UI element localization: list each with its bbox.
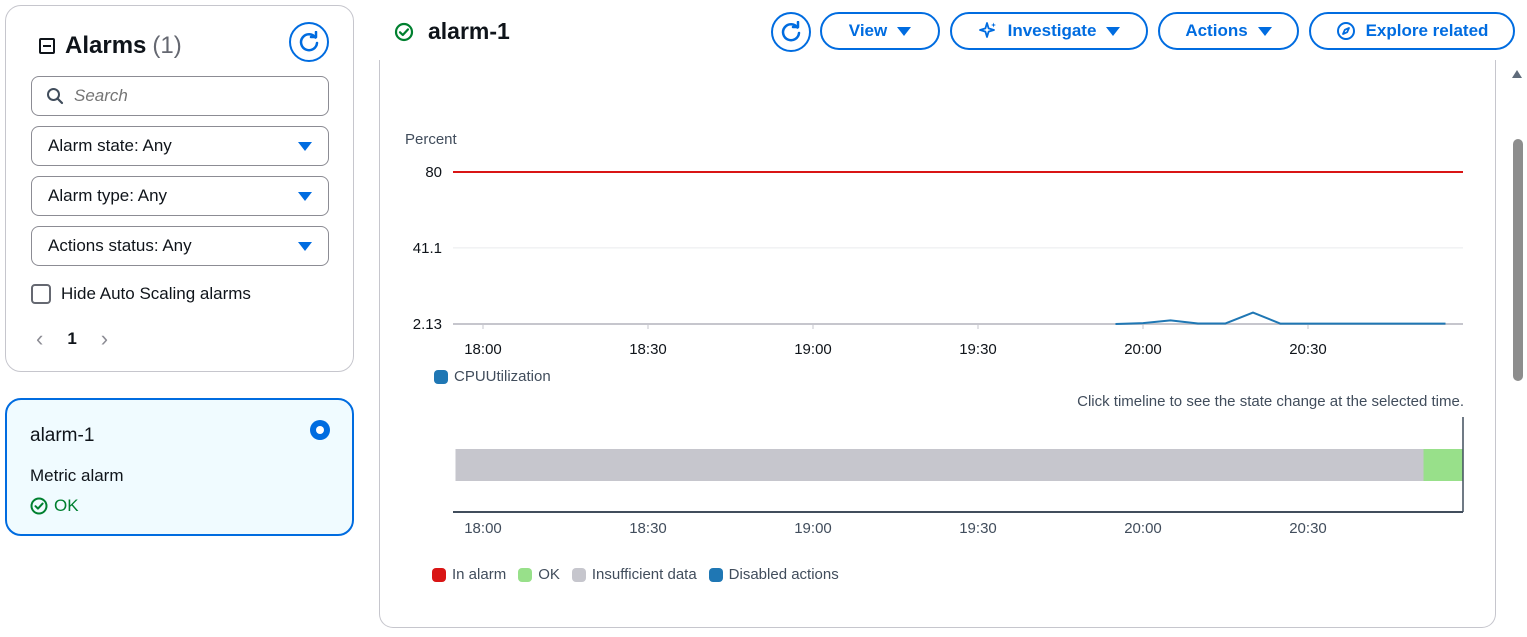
alarm-card[interactable]: alarm-1 Metric alarm OK [5,398,354,536]
x-tick-label: 19:30 [959,341,997,358]
alarm-card-status: OK [30,496,79,516]
caret-down-icon [298,191,312,201]
hide-autoscaling-checkbox[interactable] [31,284,51,304]
view-button[interactable]: View [820,12,940,50]
compass-icon [1336,22,1355,40]
y-tick-label: 80 [425,164,442,181]
check-circle-icon [30,497,48,515]
timeline-x-tick-label: 19:00 [794,520,832,537]
hide-autoscaling-label: Hide Auto Scaling alarms [61,284,251,303]
legend-label-cpuutilization: CPUUtilization [454,368,551,385]
sidebar-refresh-button[interactable] [289,22,329,62]
collapse-icon[interactable] [39,38,55,54]
caret-down-icon [1106,26,1121,36]
caret-down-icon [298,141,312,151]
search-icon [47,88,64,105]
x-tick-label: 18:30 [629,341,667,358]
page-title-text: alarm-1 [428,18,510,44]
actions-button[interactable]: Actions [1158,12,1299,50]
search-input[interactable] [74,86,314,106]
page-title: alarm-1 [394,18,510,45]
legend-swatch-ok [518,567,533,582]
explore-related-button[interactable]: Explore related [1309,12,1515,50]
x-tick-label: 20:30 [1289,341,1327,358]
legend-label-in-alarm: In alarm [452,566,507,583]
alarm-state-select[interactable]: Alarm state: Any [31,126,329,166]
refresh-icon [781,21,801,42]
chevron-left-icon[interactable]: ‹ [36,326,43,352]
actions-label: Actions [1185,21,1248,40]
timeline-x-tick-label: 18:30 [629,520,667,537]
legend-label-insufficient-data: Insufficient data [591,566,697,583]
y-axis-label: Percent [405,131,458,148]
actions-status-select[interactable]: Actions status: Any [31,226,329,266]
pagination: ‹ 1 › [36,326,108,352]
x-axis-ticks: 18:00 18:30 19:00 19:30 20:00 20:30 [464,324,1327,358]
search-input-wrapper[interactable] [31,76,329,116]
cpu-utilization-chart: Percent 80 41.1 2.13 18:00 18:30 19:00 19:30 2… [405,131,1463,358]
alarms-panel: Alarms (1) Alarm state: Any Alarm type: … [5,5,354,372]
alarm-card-type: Metric alarm [30,466,124,485]
alarms-count: (1) [152,32,182,59]
actions-status-value: Actions status: Any [48,236,192,255]
timeline-segments[interactable] [455,449,1464,481]
scrollbar-thumb[interactable] [1513,139,1523,381]
legend-swatch-disabled-actions [708,567,723,582]
timeline-segment-insufficient-data[interactable] [455,449,1424,481]
timeline-x-tick-label: 18:00 [464,520,502,537]
timeline-segment-ok[interactable] [1423,449,1464,481]
timeline-x-ticks: 18:00 18:30 19:00 19:30 20:00 20:30 [464,520,1327,537]
alarms-title: Alarms [65,32,147,59]
x-tick-label: 18:00 [464,341,502,358]
alarm-card-name: alarm-1 [30,425,95,446]
timeline-x-tick-label: 20:30 [1289,520,1327,537]
series-line-cpuutilization [1115,311,1446,325]
alarm-card-radio[interactable] [310,420,330,440]
legend-label-ok: OK [538,566,560,583]
caret-down-icon [1257,26,1272,36]
legend-swatch-in-alarm [432,567,446,582]
alarm-state-value: Alarm state: Any [48,136,172,155]
y-tick-label: 2.13 [413,316,442,333]
alarm-card-status-text: OK [54,496,79,515]
caret-down-icon [298,241,312,251]
sparkle-icon [978,22,996,38]
x-tick-label: 20:00 [1124,341,1162,358]
check-circle-icon [394,22,414,41]
y-tick-label: 41.1 [413,240,442,257]
legend-swatch-cpuutilization [434,369,448,384]
timeline-x-tick-label: 20:00 [1124,520,1162,537]
legend-swatch-insufficient-data [571,567,586,582]
alarm-type-select[interactable]: Alarm type: Any [31,176,329,216]
caret-down-icon [897,26,912,36]
refresh-icon [299,31,319,52]
refresh-button[interactable] [771,12,811,52]
scroll-up-icon[interactable] [1512,70,1522,78]
state-legend: In alarm OK Insufficient data Disabled a… [432,566,839,583]
legend-label-disabled-actions: Disabled actions [728,566,839,583]
alarms-panel-title: Alarms (1) [39,32,182,60]
y-axis-ticks: 80 41.1 2.13 [413,164,442,333]
chart-grid [453,171,1463,325]
chart-legend: CPUUtilization [434,368,551,385]
alarm-type-value: Alarm type: Any [48,186,168,205]
investigate-label: Investigate [1007,21,1097,40]
timeline-hint: Click timeline to see the state change a… [1077,393,1464,410]
state-timeline[interactable]: 18:00 18:30 19:00 19:30 20:00 20:30 [380,410,1490,540]
investigate-button[interactable]: Investigate [950,12,1148,50]
timeline-x-tick-label: 19:30 [959,520,997,537]
page-number[interactable]: 1 [67,329,76,349]
hide-autoscaling-row: Hide Auto Scaling alarms [31,284,251,304]
chevron-right-icon[interactable]: › [101,326,108,352]
x-tick-label: 19:00 [794,341,832,358]
view-label: View [848,21,888,40]
explore-related-label: Explore related [1365,21,1489,40]
